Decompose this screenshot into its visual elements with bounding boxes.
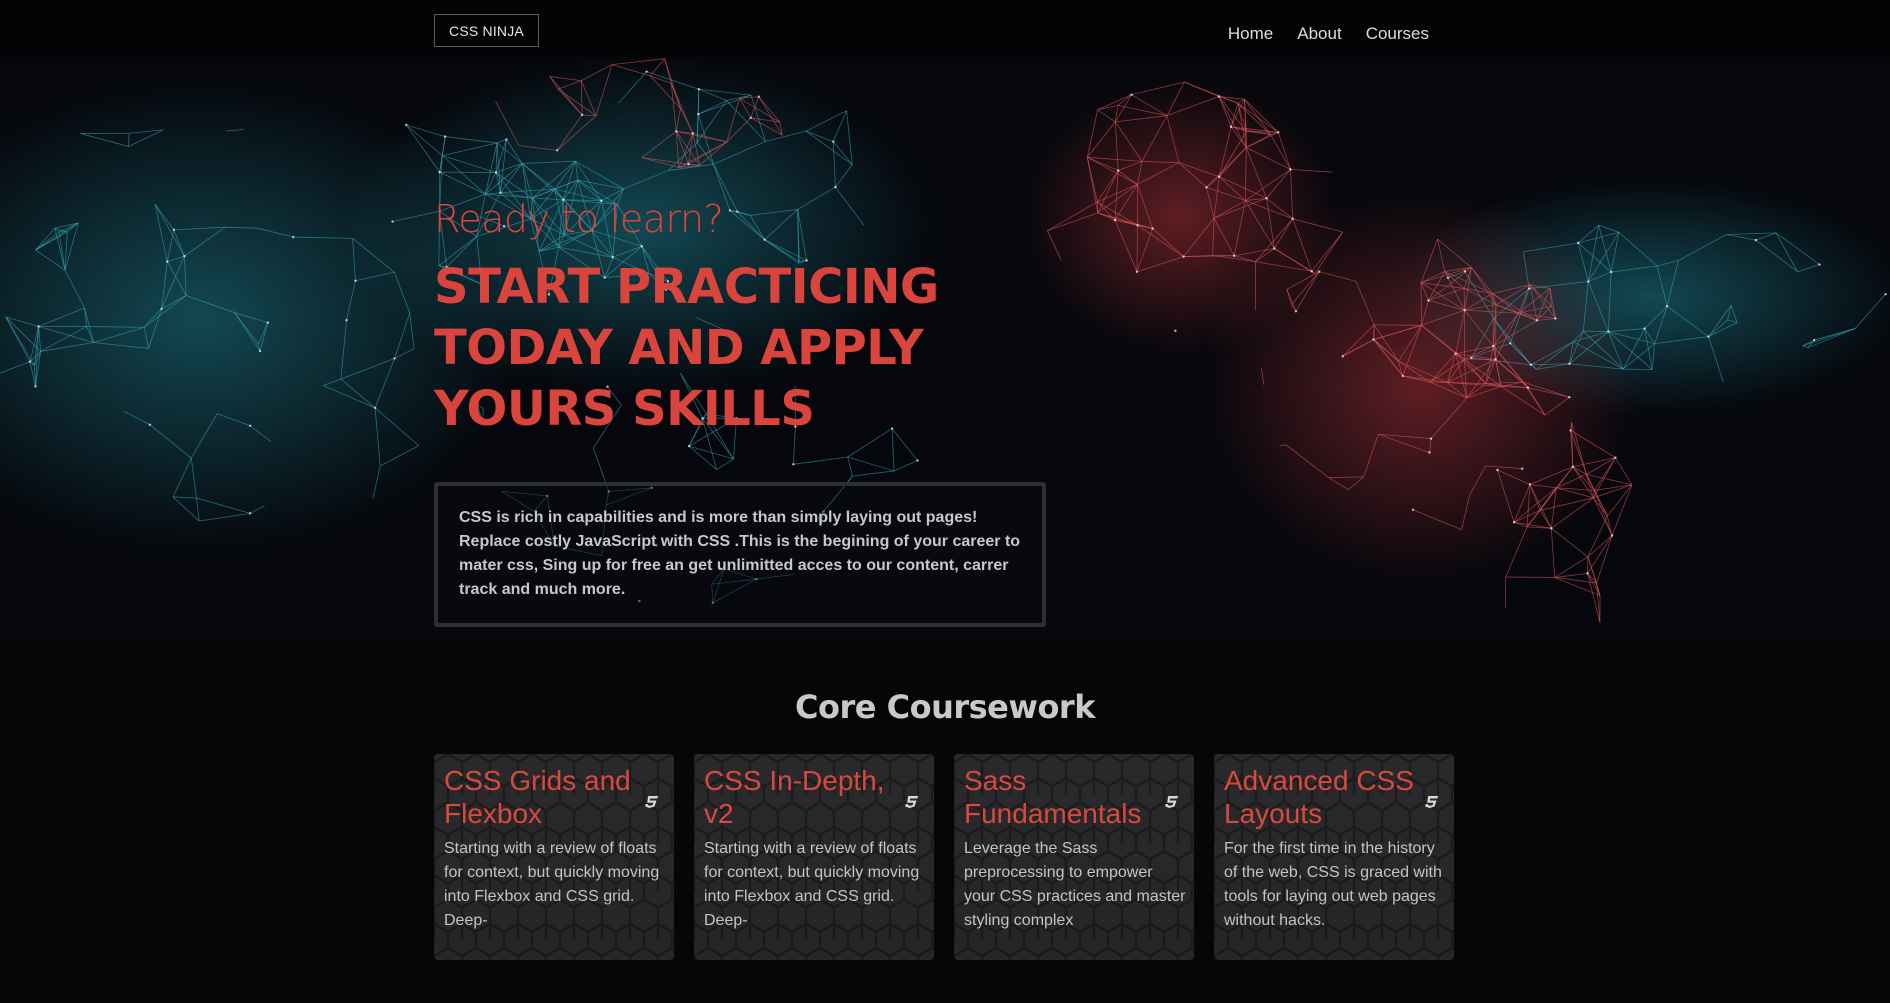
course-card[interactable]: CSS Grids and Flexbox Starting with a re… xyxy=(434,754,674,960)
site-logo[interactable]: CSS NINJA xyxy=(434,14,539,47)
hero-intro-text: CSS is rich in capabilities and is more … xyxy=(459,509,1021,598)
nav-link-about[interactable]: About xyxy=(1297,24,1341,44)
top-navigation: CSS NINJA Home About Courses xyxy=(0,0,1890,57)
hero-section: Ready to learn? Start practicing today a… xyxy=(0,57,1890,644)
course-card-title: Advanced CSS Layouts xyxy=(1224,765,1414,829)
main-nav: Home About Courses xyxy=(1228,24,1429,44)
hero-intro-box: CSS is rich in capabilities and is more … xyxy=(434,482,1046,627)
hero-eyebrow: Ready to learn? xyxy=(434,197,724,241)
course-card-title: CSS In-Depth, v2 xyxy=(704,765,885,829)
course-card-list: CSS Grids and Flexbox Starting with a re… xyxy=(434,754,1454,960)
css3-icon xyxy=(645,796,659,808)
course-card-title: Sass Fundamentals xyxy=(964,765,1142,829)
nav-link-courses[interactable]: Courses xyxy=(1366,24,1429,44)
css3-icon xyxy=(905,796,919,808)
course-card-title: CSS Grids and Flexbox xyxy=(444,765,631,829)
course-card-description: For the first time in the history of the… xyxy=(1224,840,1442,929)
css3-icon xyxy=(1165,796,1179,808)
css3-icon xyxy=(1425,796,1439,808)
nav-link-home[interactable]: Home xyxy=(1228,24,1273,44)
course-card[interactable]: Sass Fundamentals Leverage the Sass prep… xyxy=(954,754,1194,960)
course-card-description: Starting with a review of floats for con… xyxy=(704,840,920,929)
course-card-description: Starting with a review of floats for con… xyxy=(444,840,660,929)
coursework-title: Core Coursework xyxy=(795,688,1095,726)
hero-headline: Start practicing today and apply yours s… xyxy=(434,259,939,437)
course-card-description: Leverage the Sass preprocessing to empow… xyxy=(964,840,1186,929)
course-card[interactable]: CSS In-Depth, v2 Starting with a review … xyxy=(694,754,934,960)
course-card[interactable]: Advanced CSS Layouts For the first time … xyxy=(1214,754,1454,960)
